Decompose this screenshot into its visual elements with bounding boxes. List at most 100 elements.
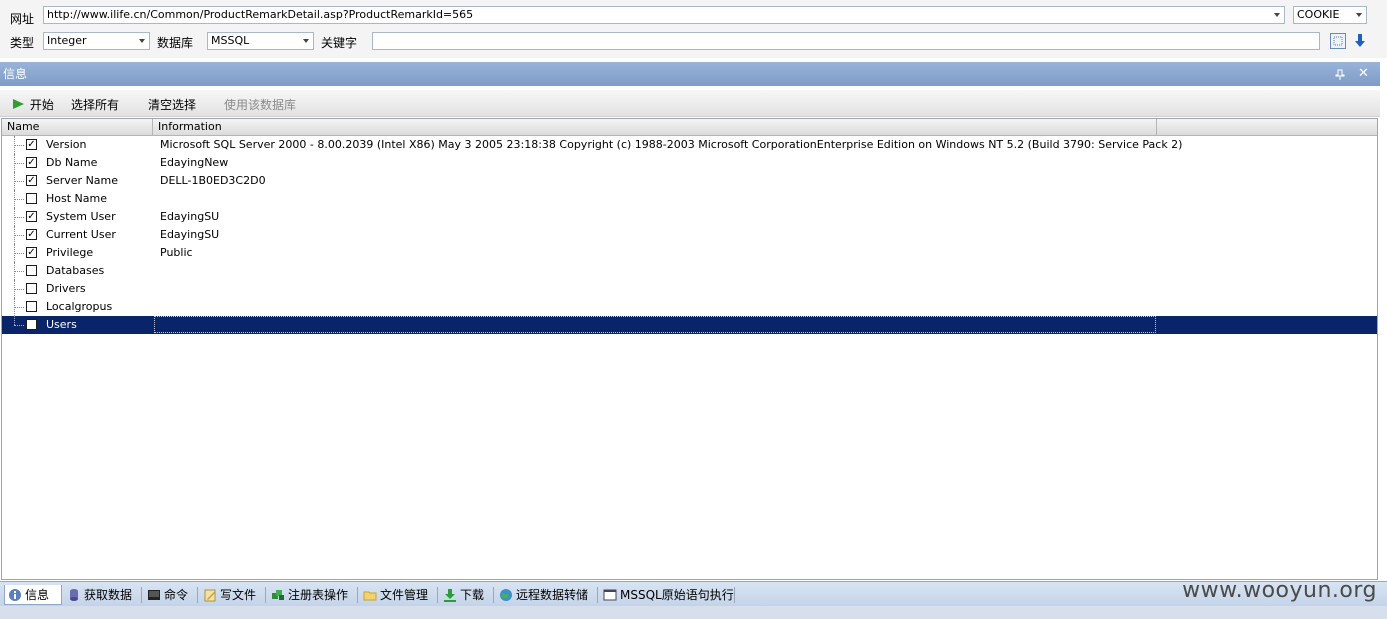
info-icon <box>9 589 21 601</box>
row-name: Privilege <box>46 246 94 259</box>
table-row[interactable]: Databases <box>2 262 1377 280</box>
table-row[interactable]: Localgropus <box>2 298 1377 316</box>
tree-line <box>14 145 24 146</box>
row-checkbox[interactable]: ✓ <box>26 247 37 258</box>
keyword-input[interactable] <box>372 32 1320 50</box>
write-file-icon <box>204 589 216 602</box>
tab-write-file[interactable]: 写文件 <box>200 585 264 605</box>
cookie-select[interactable]: COOKIE <box>1293 6 1367 24</box>
tab-label: 写文件 <box>220 588 257 602</box>
tab-registry[interactable]: 注册表操作 <box>268 585 356 605</box>
row-checkbox[interactable]: ✓ <box>26 211 37 222</box>
table-row[interactable]: Host Name <box>2 190 1377 208</box>
globe-icon <box>500 589 512 601</box>
folder-icon <box>363 591 377 601</box>
row-checkbox[interactable] <box>26 283 37 294</box>
row-name: Version <box>46 138 87 151</box>
row-information: EdayingNew <box>160 156 229 169</box>
tree-line <box>14 235 24 236</box>
row-checkbox[interactable] <box>26 265 37 276</box>
tree-line <box>14 253 24 254</box>
row-information: EdayingSU <box>160 228 220 241</box>
type-value: Integer <box>47 34 87 47</box>
url-label: 网址 <box>10 12 35 26</box>
tab-label: 文件管理 <box>380 588 429 602</box>
tab-separator <box>357 587 358 603</box>
table-row[interactable]: ✓ Privilege Public <box>2 244 1377 262</box>
tab-file-manager[interactable]: 文件管理 <box>360 585 436 605</box>
options-icon[interactable] <box>1330 33 1346 49</box>
row-checkbox[interactable]: ✓ <box>26 175 37 186</box>
tree-line <box>14 289 24 290</box>
use-database-button[interactable]: 使用该数据库 <box>224 96 296 113</box>
row-information: Public <box>160 246 193 259</box>
chevron-down-icon[interactable] <box>139 39 145 43</box>
type-select[interactable]: Integer <box>43 32 150 50</box>
tab-remote-dump[interactable]: 远程数据转储 <box>496 585 596 605</box>
table-row[interactable]: ✓ Current User EdayingSU <box>2 226 1377 244</box>
tab-label: 信息 <box>25 588 50 602</box>
panel-title-bar: 信息 ✕ <box>0 62 1380 86</box>
row-checkbox[interactable] <box>26 301 37 312</box>
tab-label: 命令 <box>164 588 189 602</box>
row-checkbox[interactable] <box>26 319 37 330</box>
chevron-down-icon[interactable] <box>1274 13 1280 17</box>
row-name: Current User <box>46 228 116 241</box>
url-value: http://www.ilife.cn/Common/ProductRemark… <box>47 8 474 21</box>
row-checkbox[interactable]: ✓ <box>26 157 37 168</box>
keyword-label: 关键字 <box>321 36 358 50</box>
tab-label: 下载 <box>460 588 485 602</box>
chevron-down-icon[interactable] <box>1356 13 1362 17</box>
tree-line <box>14 181 24 182</box>
tab-label: MSSQL原始语句执行 <box>620 588 734 602</box>
table-row[interactable]: ✓ Version Microsoft SQL Server 2000 - 8.00… <box>2 136 1377 154</box>
table-row[interactable]: ✓ Server Name DELL-1B0ED3C2D0 <box>2 172 1377 190</box>
column-header-name[interactable]: Name <box>2 119 153 135</box>
row-checkbox[interactable] <box>26 193 37 204</box>
chevron-down-icon[interactable] <box>303 39 309 43</box>
tab-mssql-raw[interactable]: MSSQL原始语句执行 <box>600 585 734 605</box>
tree-line <box>14 325 24 326</box>
table-row[interactable]: Users <box>2 316 1377 334</box>
sql-icon <box>603 589 617 601</box>
tab-get-data[interactable]: 获取数据 <box>64 585 140 605</box>
tree-line <box>14 217 24 218</box>
play-icon <box>13 99 24 109</box>
tab-download[interactable]: 下载 <box>440 585 492 605</box>
start-label: 开始 <box>29 98 54 112</box>
clear-selection-button[interactable]: 清空选择 <box>148 96 196 113</box>
row-name: Users <box>46 318 77 331</box>
table-row[interactable]: ✓ System User EdayingSU <box>2 208 1377 226</box>
tab-label: 远程数据转储 <box>516 588 589 602</box>
url-input[interactable]: http://www.ilife.cn/Common/ProductRemark… <box>43 6 1285 24</box>
db-label: 数据库 <box>157 36 194 50</box>
start-button[interactable]: 开始 <box>12 96 54 113</box>
arrow-down-icon[interactable] <box>1352 33 1368 49</box>
watermark: www.wooyun.org <box>1182 578 1377 603</box>
tab-separator <box>197 587 198 603</box>
close-icon[interactable]: ✕ <box>1358 62 1369 86</box>
tree-line <box>14 199 24 200</box>
tab-separator <box>141 587 142 603</box>
tree-line <box>14 271 24 272</box>
info-tree-grid[interactable]: Name Information ✓ Version Microsoft SQL S… <box>1 118 1378 580</box>
tab-label: 获取数据 <box>84 588 133 602</box>
top-input-area: 网址 http://www.ilife.cn/Common/ProductRem… <box>0 0 1387 58</box>
row-name: Drivers <box>46 282 86 295</box>
row-name: Server Name <box>46 174 119 187</box>
table-row[interactable]: ✓ Db Name EdayingNew <box>2 154 1377 172</box>
tab-separator <box>493 587 494 603</box>
tab-separator <box>265 587 266 603</box>
row-name: Db Name <box>46 156 98 169</box>
cookie-value: COOKIE <box>1297 8 1340 21</box>
row-checkbox[interactable]: ✓ <box>26 139 37 150</box>
db-select[interactable]: MSSQL <box>207 32 314 50</box>
table-row[interactable]: Drivers <box>2 280 1377 298</box>
row-checkbox[interactable]: ✓ <box>26 229 37 240</box>
toolbar: 开始 选择所有 清空选择 使用该数据库 <box>0 90 1380 117</box>
select-all-button[interactable]: 选择所有 <box>71 96 119 113</box>
status-strip <box>0 606 1387 619</box>
column-header-information[interactable]: Information <box>153 119 1157 135</box>
tab-info[interactable]: 信息 <box>4 585 62 605</box>
tab-command[interactable]: 命令 <box>144 585 196 605</box>
